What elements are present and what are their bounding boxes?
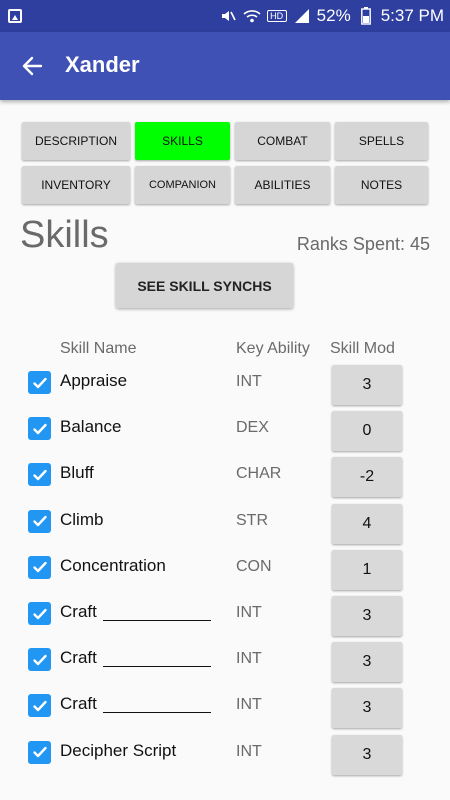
app-title: Xander bbox=[65, 52, 140, 77]
skill-checkbox[interactable] bbox=[28, 463, 51, 487]
table-row: Craft INT 3 bbox=[0, 642, 450, 688]
key-ability: INT bbox=[236, 696, 262, 714]
skill-name: Balance bbox=[60, 417, 122, 437]
clock: 5:37 PM bbox=[380, 6, 444, 25]
checkmark-icon bbox=[32, 515, 47, 527]
table-row: Decipher Script INT 3 bbox=[0, 734, 450, 781]
skill-mod-button[interactable]: 3 bbox=[332, 734, 402, 775]
gallery-icon bbox=[8, 9, 22, 23]
wifi-icon bbox=[243, 7, 261, 25]
skill-name: Craft bbox=[60, 648, 97, 668]
skill-name: Decipher Script bbox=[60, 740, 177, 760]
skill-name: Appraise bbox=[60, 371, 128, 390]
table-row: Craft INT 3 bbox=[0, 688, 450, 734]
ranks-spent: Ranks Spent: 45 bbox=[296, 234, 430, 254]
skill-mod-button[interactable]: 4 bbox=[332, 503, 402, 544]
skill-mod-button[interactable]: 3 bbox=[332, 596, 402, 636]
craft-specialty-blank bbox=[103, 620, 211, 621]
table-row: Craft INT 3 bbox=[0, 596, 450, 642]
key-ability: STR bbox=[236, 511, 268, 529]
column-header-key-ability: Key Ability bbox=[236, 340, 310, 357]
skill-checkbox[interactable] bbox=[28, 740, 51, 764]
skill-checkbox[interactable] bbox=[28, 694, 51, 718]
key-ability: INT bbox=[236, 742, 262, 760]
skill-name: Craft bbox=[60, 694, 97, 714]
column-header-skill-mod: Skill Mod bbox=[330, 340, 395, 357]
table-row: Climb STR 4 bbox=[0, 503, 450, 550]
key-ability: DEX bbox=[236, 419, 269, 437]
key-ability: INT bbox=[236, 604, 262, 621]
table-row: Concentration CON 1 bbox=[0, 549, 450, 596]
app-bar: Xander bbox=[0, 32, 450, 100]
craft-specialty-blank bbox=[103, 666, 211, 668]
status-icons: HD 52% 5:37 PM bbox=[219, 0, 444, 32]
skill-checkbox[interactable] bbox=[28, 417, 51, 441]
key-ability: INT bbox=[236, 650, 262, 668]
tab-notes[interactable]: NOTES bbox=[335, 166, 428, 204]
skill-mod-button[interactable]: 3 bbox=[332, 642, 402, 683]
mute-icon bbox=[219, 7, 237, 25]
back-button[interactable] bbox=[12, 46, 52, 86]
tab-companion[interactable]: COMPANION bbox=[135, 166, 230, 204]
checkmark-icon bbox=[32, 469, 47, 481]
tab-skills[interactable]: SKILLS bbox=[135, 122, 230, 160]
arrow-back-icon bbox=[22, 56, 43, 76]
tab-abilities[interactable]: ABILITIES bbox=[235, 166, 330, 204]
signal-icon bbox=[293, 7, 311, 25]
key-ability: INT bbox=[236, 373, 262, 390]
hd-icon: HD bbox=[266, 10, 287, 22]
checkmark-icon bbox=[32, 423, 47, 434]
skill-checkbox[interactable] bbox=[28, 555, 51, 579]
skill-mod-button[interactable]: 0 bbox=[332, 411, 402, 452]
skill-mod-button[interactable]: 3 bbox=[332, 688, 402, 729]
checkmark-icon bbox=[32, 654, 47, 665]
skill-checkbox[interactable] bbox=[28, 602, 51, 625]
skill-name: Climb bbox=[60, 509, 104, 529]
skill-checkbox[interactable] bbox=[28, 509, 51, 533]
checkmark-icon bbox=[32, 700, 47, 712]
skill-checkbox[interactable] bbox=[28, 371, 51, 394]
table-row: Bluff CHAR -2 bbox=[0, 457, 450, 503]
table-row: Balance DEX 0 bbox=[0, 411, 450, 457]
battery-icon bbox=[357, 7, 375, 25]
tab-description[interactable]: DESCRIPTION bbox=[22, 122, 130, 160]
craft-specialty-blank bbox=[103, 712, 211, 714]
column-header-skill-name: Skill Name bbox=[60, 340, 137, 357]
tab-inventory[interactable]: INVENTORY bbox=[22, 166, 130, 204]
skill-name: Craft bbox=[60, 602, 97, 621]
skill-name: Concentration bbox=[60, 555, 166, 575]
status-bar: HD 52% 5:37 PM bbox=[0, 0, 450, 32]
skill-mod-button[interactable]: -2 bbox=[332, 457, 402, 498]
skill-mod-button[interactable]: 3 bbox=[332, 365, 402, 405]
checkmark-icon bbox=[32, 746, 47, 758]
page-title: Skills bbox=[20, 214, 109, 256]
checkmark-icon bbox=[32, 377, 47, 388]
checkmark-icon bbox=[32, 608, 47, 619]
tab-combat[interactable]: COMBAT bbox=[235, 122, 330, 160]
table-row: Appraise INT 3 bbox=[0, 365, 450, 411]
skill-checkbox[interactable] bbox=[28, 648, 51, 672]
skill-mod-button[interactable]: 1 bbox=[332, 549, 402, 590]
skill-name: Bluff bbox=[60, 463, 94, 483]
tab-spells[interactable]: SPELLS bbox=[335, 122, 428, 160]
key-ability: CHAR bbox=[236, 465, 282, 483]
see-skill-synchs-button[interactable]: SEE SKILL SYNCHS bbox=[116, 263, 293, 308]
key-ability: CON bbox=[236, 557, 272, 575]
battery-percent: 52% bbox=[316, 6, 351, 25]
checkmark-icon bbox=[32, 562, 47, 573]
